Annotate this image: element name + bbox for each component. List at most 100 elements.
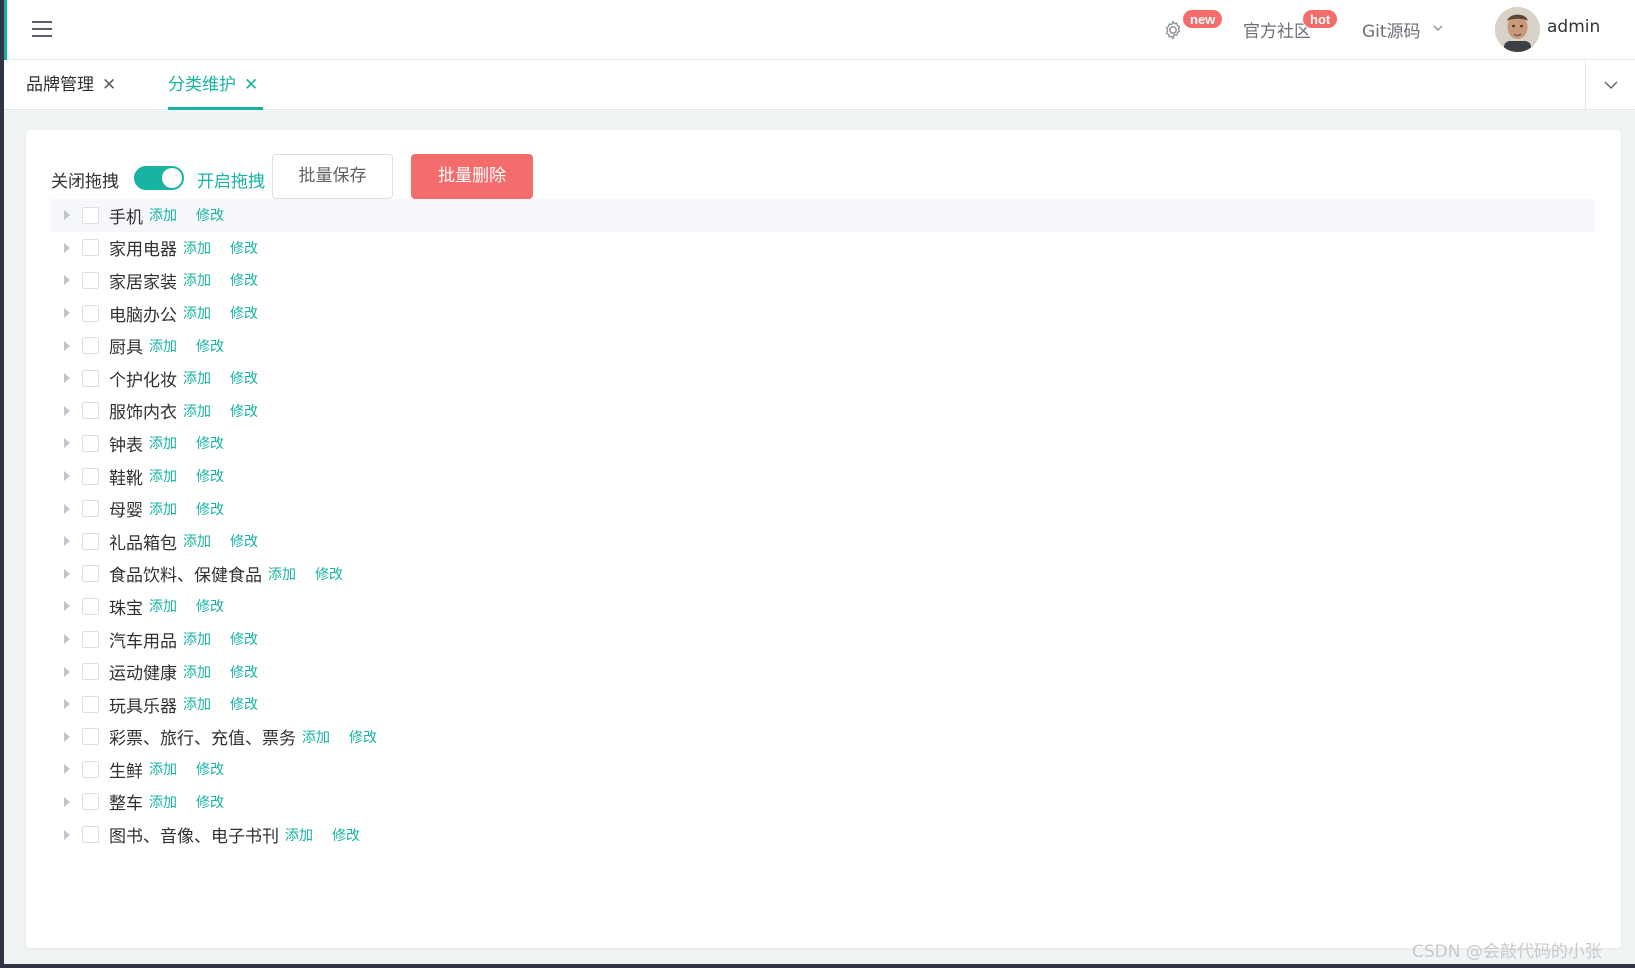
chevron-down-icon[interactable]	[1432, 22, 1444, 34]
edit-node-link[interactable]: 修改	[196, 596, 224, 616]
add-child-link[interactable]: 添加	[149, 336, 177, 356]
edit-node-link[interactable]: 修改	[196, 205, 224, 225]
tree-node[interactable]: 服饰内衣 添加 修改	[51, 395, 1595, 428]
add-child-link[interactable]: 添加	[183, 629, 211, 649]
edit-node-link[interactable]: 修改	[196, 466, 224, 486]
expand-caret-icon[interactable]	[64, 373, 70, 384]
node-checkbox[interactable]	[82, 532, 99, 550]
expand-caret-icon[interactable]	[64, 666, 70, 677]
node-checkbox[interactable]	[82, 402, 99, 420]
expand-caret-icon[interactable]	[64, 438, 70, 449]
edit-node-link[interactable]: 修改	[230, 238, 258, 258]
tree-node[interactable]: 母婴 添加 修改	[51, 492, 1595, 525]
add-child-link[interactable]: 添加	[183, 270, 211, 290]
tree-node[interactable]: 彩票、旅行、充值、票务 添加 修改	[51, 721, 1595, 754]
edit-node-link[interactable]: 修改	[230, 629, 258, 649]
node-checkbox[interactable]	[82, 467, 99, 485]
add-child-link[interactable]: 添加	[149, 205, 177, 225]
edit-node-link[interactable]: 修改	[230, 368, 258, 388]
tree-node[interactable]: 手机 添加 修改	[51, 199, 1595, 232]
expand-caret-icon[interactable]	[64, 568, 70, 579]
expand-caret-icon[interactable]	[64, 699, 70, 710]
tree-node[interactable]: 运动健康 添加 修改	[51, 655, 1595, 688]
node-checkbox[interactable]	[82, 271, 99, 289]
tree-node[interactable]: 食品饮料、保健食品 添加 修改	[51, 558, 1595, 591]
node-checkbox[interactable]	[82, 826, 99, 844]
close-icon[interactable]: ✕	[102, 75, 116, 95]
edit-node-link[interactable]: 修改	[196, 336, 224, 356]
add-child-link[interactable]: 添加	[183, 303, 211, 323]
batch-save-button[interactable]: 批量保存	[272, 154, 393, 199]
add-child-link[interactable]: 添加	[285, 825, 313, 845]
tree-node[interactable]: 鞋靴 添加 修改	[51, 460, 1595, 493]
expand-caret-icon[interactable]	[64, 731, 70, 742]
add-child-link[interactable]: 添加	[149, 499, 177, 519]
add-child-link[interactable]: 添加	[149, 466, 177, 486]
edit-node-link[interactable]: 修改	[196, 499, 224, 519]
node-checkbox[interactable]	[82, 760, 99, 778]
tree-node[interactable]: 家居家装 添加 修改	[51, 264, 1595, 297]
node-checkbox[interactable]	[82, 695, 99, 713]
git-source-menu[interactable]: Git源码	[1362, 17, 1421, 42]
tree-node[interactable]: 礼品箱包 添加 修改	[51, 525, 1595, 558]
node-checkbox[interactable]	[82, 793, 99, 811]
tree-node[interactable]: 整车 添加 修改	[51, 786, 1595, 819]
edit-node-link[interactable]: 修改	[349, 727, 377, 747]
node-checkbox[interactable]	[82, 728, 99, 746]
edit-node-link[interactable]: 修改	[230, 270, 258, 290]
node-checkbox[interactable]	[82, 565, 99, 583]
expand-caret-icon[interactable]	[64, 536, 70, 547]
add-child-link[interactable]: 添加	[183, 694, 211, 714]
expand-caret-icon[interactable]	[64, 796, 70, 807]
add-child-link[interactable]: 添加	[183, 662, 211, 682]
expand-caret-icon[interactable]	[64, 242, 70, 253]
node-checkbox[interactable]	[82, 206, 99, 224]
expand-caret-icon[interactable]	[64, 829, 70, 840]
tree-node[interactable]: 电脑办公 添加 修改	[51, 297, 1595, 330]
node-checkbox[interactable]	[82, 337, 99, 355]
batch-delete-button[interactable]: 批量删除	[411, 154, 533, 199]
add-child-link[interactable]: 添加	[183, 401, 211, 421]
node-checkbox[interactable]	[82, 369, 99, 387]
expand-caret-icon[interactable]	[64, 601, 70, 612]
edit-node-link[interactable]: 修改	[196, 759, 224, 779]
tree-node[interactable]: 厨具 添加 修改	[51, 329, 1595, 362]
edit-node-link[interactable]: 修改	[230, 401, 258, 421]
edit-node-link[interactable]: 修改	[332, 825, 360, 845]
tree-node[interactable]: 汽车用品 添加 修改	[51, 623, 1595, 656]
add-child-link[interactable]: 添加	[183, 368, 211, 388]
node-checkbox[interactable]	[82, 304, 99, 322]
tab-category-maintenance[interactable]: 分类维护 ✕	[168, 60, 258, 110]
avatar[interactable]	[1495, 7, 1540, 52]
edit-node-link[interactable]: 修改	[230, 531, 258, 551]
expand-caret-icon[interactable]	[64, 764, 70, 775]
tab-brand-management[interactable]: 品牌管理 ✕	[26, 60, 116, 110]
tree-node[interactable]: 生鲜 添加 修改	[51, 753, 1595, 786]
drag-toggle-switch[interactable]	[134, 166, 184, 190]
tree-node[interactable]: 珠宝 添加 修改	[51, 590, 1595, 623]
expand-caret-icon[interactable]	[64, 405, 70, 416]
add-child-link[interactable]: 添加	[183, 238, 211, 258]
close-icon[interactable]: ✕	[244, 75, 258, 95]
node-checkbox[interactable]	[82, 239, 99, 257]
expand-caret-icon[interactable]	[64, 210, 70, 221]
node-checkbox[interactable]	[82, 500, 99, 518]
username[interactable]: admin	[1547, 17, 1600, 37]
node-checkbox[interactable]	[82, 434, 99, 452]
edit-node-link[interactable]: 修改	[230, 662, 258, 682]
expand-caret-icon[interactable]	[64, 503, 70, 514]
add-child-link[interactable]: 添加	[268, 564, 296, 584]
add-child-link[interactable]: 添加	[149, 759, 177, 779]
expand-caret-icon[interactable]	[64, 275, 70, 286]
add-child-link[interactable]: 添加	[149, 792, 177, 812]
tree-node[interactable]: 个护化妆 添加 修改	[51, 362, 1595, 395]
expand-caret-icon[interactable]	[64, 340, 70, 351]
add-child-link[interactable]: 添加	[302, 727, 330, 747]
menu-icon[interactable]	[32, 19, 52, 37]
tree-node[interactable]: 玩具乐器 添加 修改	[51, 688, 1595, 721]
edit-node-link[interactable]: 修改	[196, 792, 224, 812]
expand-caret-icon[interactable]	[64, 471, 70, 482]
node-checkbox[interactable]	[82, 663, 99, 681]
node-checkbox[interactable]	[82, 630, 99, 648]
edit-node-link[interactable]: 修改	[230, 694, 258, 714]
